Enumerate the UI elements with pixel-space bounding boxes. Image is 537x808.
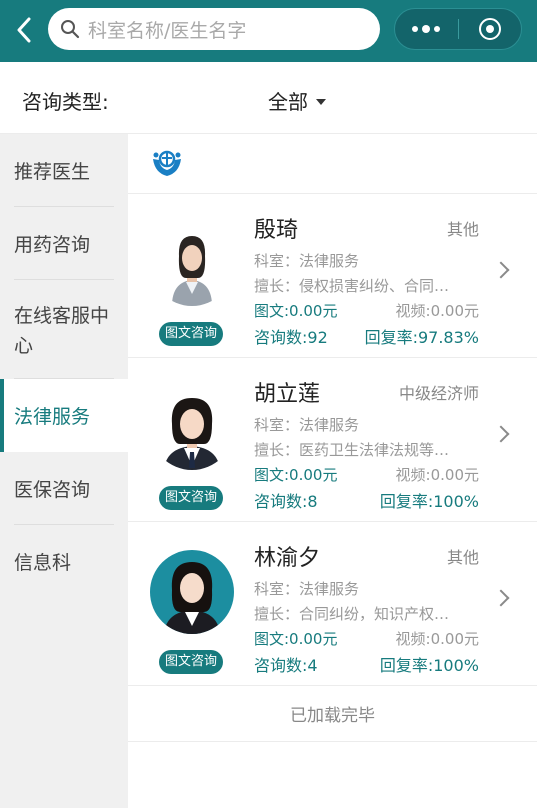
doctor-specialty: 擅长：合同纠纷，知识产权… [254,605,450,623]
sidebar-item-customer-service[interactable]: 在线客服中心 [0,280,128,379]
doctor-department: 科室：法律服务 [254,252,360,270]
doctor-card[interactable]: 图文咨询 殷琦 其他 科室：法律服务 擅长：侵权损害纠纷、合同… 图文:0.00… [128,194,537,358]
consult-type-value: 全部 [268,90,308,114]
doctor-title: 其他 [446,548,479,567]
consult-count: 咨询数:8 [254,492,318,511]
consult-type-dropdown[interactable]: 全部 [268,86,326,115]
sidebar-item-recommended[interactable]: 推荐医生 [0,134,128,207]
sidebar-item-medication[interactable]: 用药咨询 [0,207,128,280]
doctor-avatar [150,386,234,470]
chevron-right-icon [492,261,510,279]
text-consult-button[interactable]: 图文咨询 [159,322,224,346]
text-consult-price: 图文:0.00元 [254,466,338,484]
category-sidebar: 推荐医生 用药咨询 在线客服中心 法律服务 医保咨询 信息科 [0,134,128,808]
more-button[interactable] [395,9,458,49]
chevron-right-icon [492,589,510,607]
reply-rate: 回复率:97.83% [364,328,479,347]
sidebar-item-insurance[interactable]: 医保咨询 [0,452,128,525]
search-icon [61,20,80,39]
doctor-avatar [150,550,234,634]
consult-type-label: 咨询类型: [22,90,109,114]
video-consult-price: 视频:0.00元 [395,466,479,484]
video-consult-price: 视频:0.00元 [395,302,479,320]
chevron-right-icon [492,425,510,443]
video-consult-price: 视频:0.00元 [395,630,479,648]
sidebar-item-label: 推荐医生 [14,161,91,183]
sidebar-item-label: 医保咨询 [14,479,91,501]
list-end-message: 已加载完毕 [128,686,537,742]
close-miniprogram-button[interactable] [459,9,522,49]
doctor-name: 林渝夕 [254,546,321,571]
reply-rate: 回复率:100% [379,656,479,675]
consult-count: 咨询数:92 [254,328,328,347]
reply-rate: 回复率:100% [379,492,479,511]
chevron-left-icon [17,17,31,43]
sidebar-item-label: 法律服务 [14,406,91,428]
legal-service-logo-icon [153,150,181,176]
doctor-specialty: 擅长：侵权损害纠纷、合同… [254,277,450,295]
back-button[interactable] [8,10,40,50]
doctor-name: 胡立莲 [254,382,321,407]
doctor-specialty: 擅长：医药卫生法律法规等… [254,441,450,459]
search-input[interactable]: 科室名称/医生名字 [48,8,380,50]
mini-program-capsule [394,8,522,50]
sidebar-item-label: 信息科 [14,552,72,574]
doctor-name: 殷琦 [254,218,299,243]
sidebar-item-label: 在线客服中心 [14,304,110,357]
doctor-department: 科室：法律服务 [254,580,360,598]
doctor-title: 其他 [446,220,479,239]
doctor-department: 科室：法律服务 [254,416,360,434]
doctor-list: 图文咨询 殷琦 其他 科室：法律服务 擅长：侵权损害纠纷、合同… 图文:0.00… [128,134,537,808]
sidebar-item-legal[interactable]: 法律服务 [0,379,128,452]
doctor-title: 中级经济师 [398,384,479,403]
text-consult-button[interactable]: 图文咨询 [159,650,224,674]
doctor-avatar [150,222,234,306]
department-logo-row [128,134,537,194]
text-consult-button[interactable]: 图文咨询 [159,486,224,510]
more-dots-icon [412,25,441,33]
filter-row: 咨询类型: 全部 [0,62,537,134]
caret-down-icon [316,98,326,105]
top-bar: 科室名称/医生名字 [0,0,537,62]
text-consult-price: 图文:0.00元 [254,302,338,320]
doctor-card[interactable]: 图文咨询 胡立莲 中级经济师 科室：法律服务 擅长：医药卫生法律法规等… 图文:… [128,358,537,522]
target-icon [478,18,501,40]
consult-count: 咨询数:4 [254,656,318,675]
search-placeholder: 科室名称/医生名字 [88,19,247,42]
sidebar-item-info[interactable]: 信息科 [0,525,128,598]
text-consult-price: 图文:0.00元 [254,630,338,648]
doctor-card[interactable]: 图文咨询 林渝夕 其他 科室：法律服务 擅长：合同纠纷，知识产权… 图文:0.0… [128,522,537,686]
sidebar-item-label: 用药咨询 [14,234,91,256]
